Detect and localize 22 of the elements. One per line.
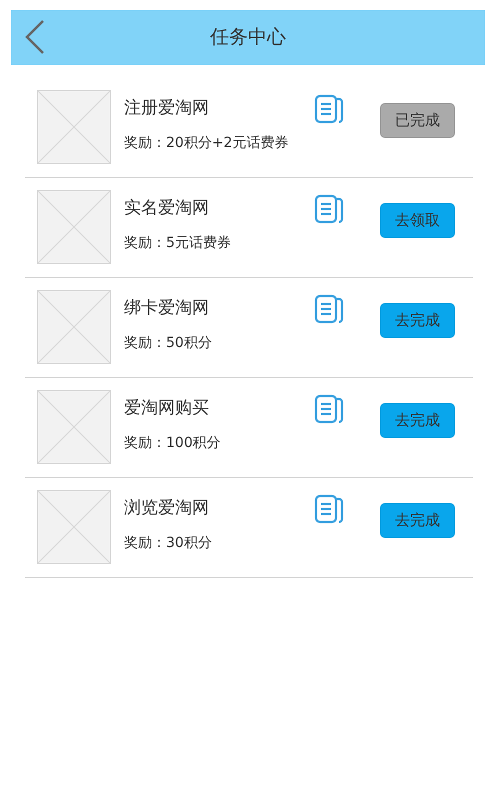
task-title: 实名爱淘网	[124, 197, 210, 220]
task-action-button[interactable]: 去领取	[380, 203, 455, 238]
reward-text: 奖励：30积分	[124, 534, 213, 552]
task-title: 绑卡爱淘网	[124, 297, 210, 320]
task-title: 浏览爱淘网	[124, 497, 210, 520]
task-title: 注册爱淘网	[124, 97, 210, 120]
document-icon	[314, 494, 344, 524]
task-action-button[interactable]: 去完成	[380, 503, 455, 538]
document-icon	[314, 394, 344, 424]
page-title: 任务中心	[210, 25, 286, 50]
reward-text: 奖励：100积分	[124, 434, 222, 452]
reward-text: 奖励：50积分	[124, 334, 213, 352]
reward-text: 奖励：20积分+2元话费券	[124, 134, 290, 152]
back-icon[interactable]	[23, 19, 47, 55]
task-action-button[interactable]: 去完成	[380, 403, 455, 438]
reward-text: 奖励：5元话费券	[124, 234, 232, 252]
task-action-button[interactable]: 去完成	[380, 303, 455, 338]
document-icon	[314, 94, 344, 124]
document-icon	[314, 294, 344, 324]
task-action-button[interactable]: 已完成	[380, 103, 455, 138]
document-icon	[314, 194, 344, 224]
task-title: 爱淘网购买	[124, 397, 210, 420]
